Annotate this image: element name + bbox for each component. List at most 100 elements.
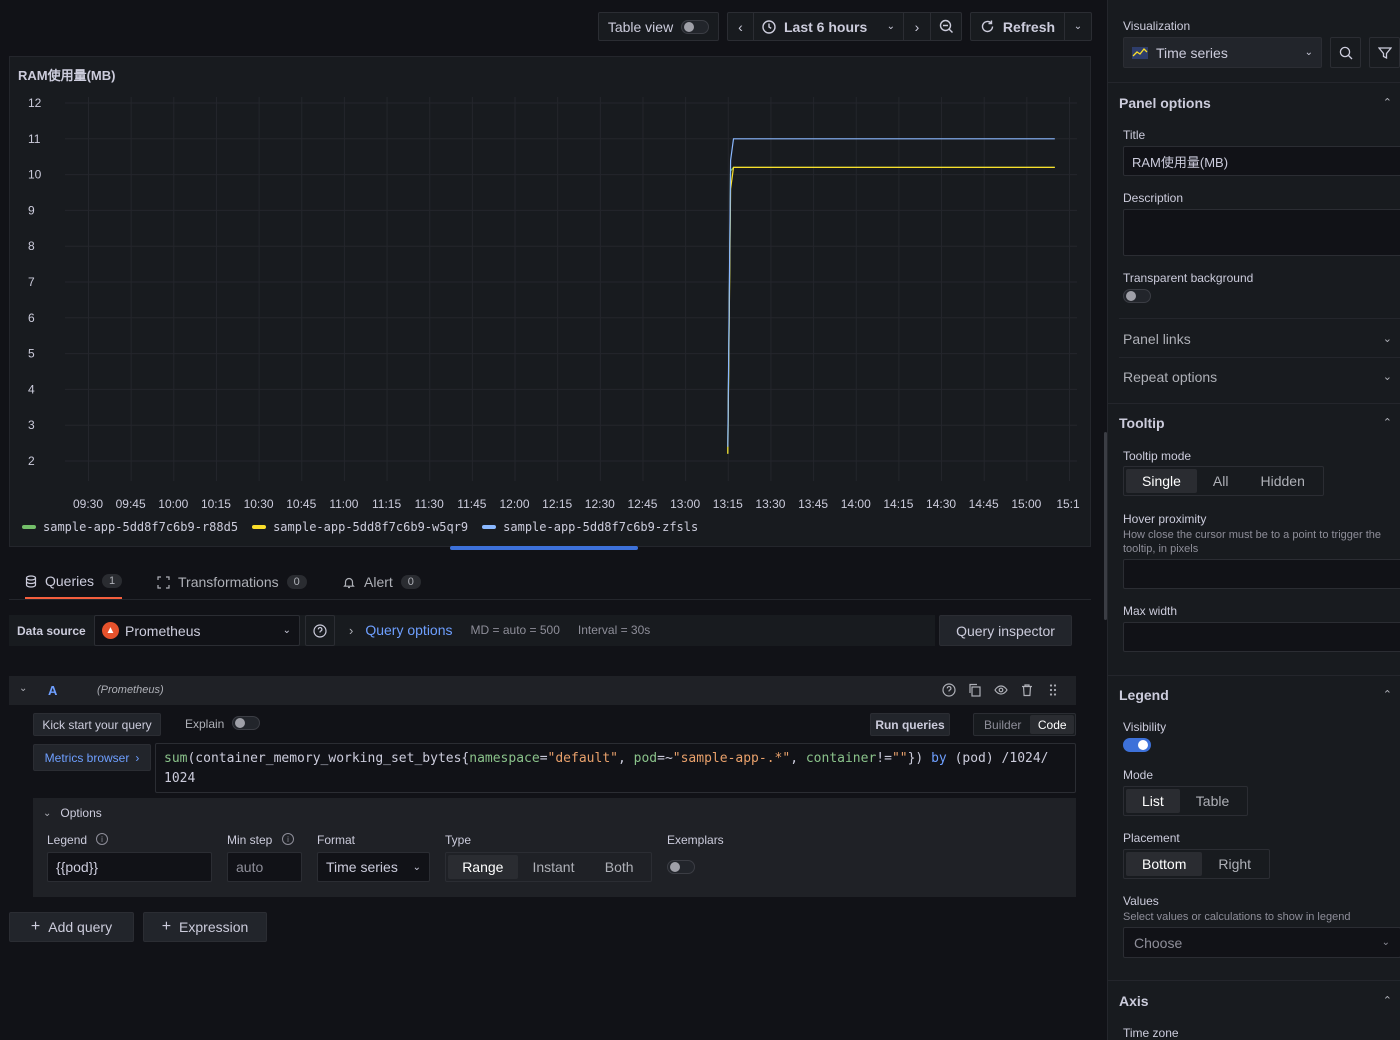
query-line-2: 1024 [164,771,196,786]
tab-transformations-count: 0 [286,575,307,589]
min-step-input[interactable]: auto [227,852,302,882]
chevron-up-icon[interactable]: ⌃ [1383,96,1392,109]
info-icon[interactable]: i [96,833,108,845]
type-option-both[interactable]: Both [589,855,649,879]
hover-proximity-input[interactable] [1123,559,1400,589]
tooltip-header[interactable]: Tooltip [1119,415,1165,431]
query-editor[interactable]: sum(container_memory_working_set_bytes{n… [155,743,1076,793]
legend-mode-table[interactable]: Table [1180,789,1245,813]
panel-description-textarea[interactable] [1123,209,1400,256]
info-icon[interactable]: i [282,833,294,845]
tooltip-mode-radio: Single All Hidden [1123,466,1324,496]
chevron-up-icon[interactable]: ⌃ [1383,994,1392,1007]
code-mode-option[interactable]: Code [1030,715,1074,734]
legend-item[interactable]: sample-app-5dd8f7c6b9-r88d5 [22,520,238,534]
panel-options-header[interactable]: Panel options [1119,95,1211,111]
filter-options-button[interactable] [1369,37,1400,68]
transparent-background-label: Transparent background [1123,271,1254,285]
y-tick-label: 5 [28,347,35,361]
plus-icon: + [30,918,41,935]
expr-comma: , [617,751,634,766]
type-option-range[interactable]: Range [448,855,518,879]
drag-handle-icon[interactable] [1046,683,1060,697]
x-tick-label: 14:00 [841,497,871,511]
query-inspector-button[interactable]: Query inspector [939,615,1072,646]
expression-label: Expression [179,919,249,935]
legend-mode-list[interactable]: List [1126,789,1180,813]
time-back-button[interactable]: ‹ [728,13,754,40]
chevron-down-icon[interactable]: ⌄ [1383,332,1392,345]
legend-label: sample-app-5dd8f7c6b9-r88d5 [43,520,239,534]
filter-icon [1377,46,1392,59]
add-query-button[interactable]: + Add query [9,912,134,942]
transform-icon [157,575,170,589]
collapse-query-icon[interactable]: ⌄ [19,683,27,694]
time-forward-button[interactable]: › [904,13,931,40]
legend-visibility-toggle[interactable] [1123,738,1151,752]
metrics-browser-button[interactable]: Metrics browser › [33,744,151,771]
panel-editor: Table view ‹ Last 6 hours ⌄ › Refresh ⌄ … [0,0,1400,1040]
expr-value-container: "" [891,751,908,766]
duplicate-icon[interactable] [968,683,982,697]
transparent-background-toggle[interactable] [1123,289,1151,303]
search-options-button[interactable] [1330,37,1361,68]
trash-icon[interactable] [1020,683,1034,697]
tooltip-mode-all[interactable]: All [1197,469,1245,493]
query-ref-id[interactable]: A [48,683,57,698]
legend-placement-bottom[interactable]: Bottom [1126,852,1203,876]
legend-format-input[interactable]: {{pod}} [47,852,212,882]
legend-item[interactable]: sample-app-5dd8f7c6b9-zfsls [482,520,698,534]
tab-transformations-label: Transformations [178,574,279,590]
time-range-label: Last 6 hours [784,18,868,35]
datasource-help-button[interactable] [305,615,335,646]
metrics-browser-label: Metrics browser [44,750,130,765]
x-tick-label: 09:30 [73,497,103,511]
builder-mode-option[interactable]: Builder [975,715,1030,734]
zoom-out-button[interactable] [931,13,961,40]
time-range-picker[interactable]: Last 6 hours ⌄ [754,13,904,40]
run-queries-button[interactable]: Run queries [870,713,950,736]
exemplars-label: Exemplars [667,833,724,847]
kick-start-button[interactable]: Kick start your query [33,713,161,736]
chevron-down-icon[interactable]: ⌄ [1383,370,1392,383]
tooltip-mode-hidden[interactable]: Hidden [1244,469,1320,493]
legend-placement-right[interactable]: Right [1202,852,1267,876]
help-icon[interactable] [942,683,956,697]
chevron-right-icon: › [914,18,920,35]
panel-title-input[interactable]: RAM使用量(MB) [1123,146,1400,176]
legend-header[interactable]: Legend [1119,687,1169,703]
chevron-up-icon[interactable]: ⌃ [1383,688,1392,701]
table-view-toggle-group[interactable]: Table view [598,12,719,41]
repeat-options-header[interactable]: Repeat options [1123,369,1217,385]
table-view-toggle[interactable]: Table view [599,13,718,40]
clock-icon [762,19,776,34]
visualization-picker[interactable]: Time series ⌄ [1123,37,1322,68]
table-view-switch[interactable] [681,19,710,34]
axis-header[interactable]: Axis [1119,993,1149,1009]
tab-queries[interactable]: Queries 1 [25,565,123,599]
panel-resize-handle[interactable] [450,546,638,550]
legend-item[interactable]: sample-app-5dd8f7c6b9-w5qr9 [252,520,468,534]
options-toggle[interactable]: ⌄ Options [43,806,102,820]
format-select[interactable]: Time series ⌄ [317,852,430,882]
format-label: Format [317,833,356,847]
type-option-instant[interactable]: Instant [518,855,590,879]
explain-toggle[interactable] [232,716,260,730]
legend-values-select[interactable]: Choose ⌄ [1123,927,1400,958]
tooltip-mode-single[interactable]: Single [1126,469,1197,493]
panel-links-header[interactable]: Panel links [1123,331,1191,347]
chevron-up-icon[interactable]: ⌃ [1383,416,1392,429]
exemplars-toggle[interactable] [667,860,695,874]
x-tick-label: 12:00 [500,497,530,511]
add-expression-button[interactable]: + Expression [143,912,267,942]
max-width-input[interactable] [1123,622,1400,652]
datasource-value: Prometheus [125,622,201,639]
refresh-interval-dropdown[interactable]: ⌄ [1065,13,1091,40]
time-series-chart[interactable]: 12 11 10 9 8 7 6 5 4 3 2 09:30 09:45 10:00 10:15 10:30 1… [10,57,1090,546]
tab-transformations[interactable]: Transformations 0 [157,565,307,599]
datasource-picker[interactable]: ▲ Prometheus ⌄ [94,615,300,646]
query-options-toggle[interactable]: › Query options MD = auto = 500 Interval… [349,622,650,638]
refresh-button[interactable]: Refresh [971,13,1065,40]
eye-icon[interactable] [994,683,1008,697]
tab-alert[interactable]: Alert 0 [343,565,421,599]
